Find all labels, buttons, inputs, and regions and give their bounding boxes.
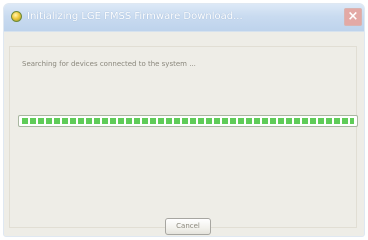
cancel-button[interactable]: Cancel	[165, 218, 211, 235]
content-frame	[9, 46, 357, 228]
close-button[interactable]: ×	[344, 8, 362, 26]
close-icon: ×	[347, 9, 359, 24]
dialog-body: Searching for devices connected to the s…	[4, 32, 364, 236]
progress-fill	[22, 118, 354, 124]
progress-bar	[18, 115, 358, 127]
app-icon	[11, 11, 22, 22]
dialog-window: Initializing LGE FMSS Firmware Download.…	[3, 3, 365, 237]
window-title: Initializing LGE FMSS Firmware Download.…	[27, 11, 243, 22]
title-bar[interactable]: Initializing LGE FMSS Firmware Download.…	[4, 4, 364, 32]
status-text: Searching for devices connected to the s…	[22, 60, 196, 68]
